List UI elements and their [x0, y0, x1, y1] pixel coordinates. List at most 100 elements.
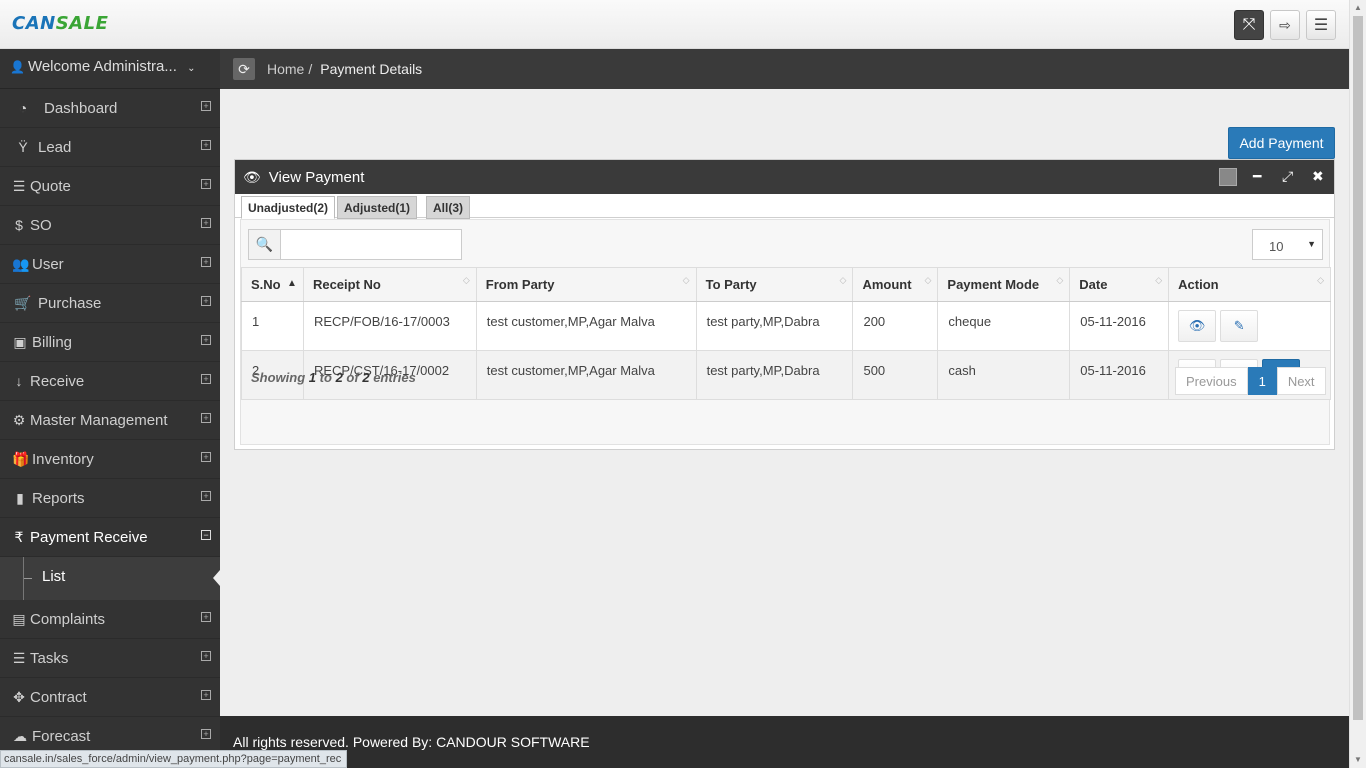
sidebar-item-complaints[interactable]: ▤ Complaints + [0, 600, 220, 639]
fullscreen-button[interactable]: ⤧ [1234, 10, 1264, 40]
menu-button[interactable]: ☰ [1306, 10, 1336, 40]
lead-icon: Ÿ [18, 139, 28, 155]
users-icon: 👥 [12, 255, 30, 272]
sort-icon: ◇ [462, 275, 470, 285]
scroll-up-icon[interactable]: ▲ [1354, 3, 1362, 12]
expand-icon: + [201, 296, 211, 306]
collapse-icon: − [201, 530, 211, 540]
dollar-icon: $ [15, 217, 23, 233]
column-header-sno[interactable]: S.No ▲ [241, 267, 304, 302]
welcome-label: Welcome Administra... [27, 58, 177, 75]
footer: All rights reserved. Powered By: CANDOUR… [220, 716, 1349, 768]
pagination-next[interactable]: Next [1276, 367, 1326, 395]
cell-date: 05-11-2016 [1069, 301, 1170, 351]
sidebar-item-contract[interactable]: ✥ Contract + [0, 678, 220, 717]
pagination: Previous 1 Next [1175, 367, 1326, 395]
expand-icon: + [201, 179, 211, 189]
column-header-to-party[interactable]: To Party ◇ [695, 267, 854, 302]
tasks-icon: ☰ [12, 649, 26, 666]
column-header-from-party[interactable]: From Party ◇ [475, 267, 697, 302]
expand-icon: + [201, 452, 211, 462]
book-icon: ▮ [16, 489, 24, 506]
cell-mode: cash [937, 350, 1071, 400]
expand-icon: + [201, 690, 211, 700]
sidebar-item-quote[interactable]: ☰ Quote + [0, 167, 220, 206]
pagination-previous[interactable]: Previous [1175, 367, 1248, 395]
expand-icon: + [201, 101, 211, 111]
maximize-icon[interactable]: ⤢ [1282, 168, 1293, 185]
column-header-payment-mode[interactable]: Payment Mode ◇ [937, 267, 1071, 302]
breadcrumb-current: Payment Details [320, 61, 423, 77]
cell-receipt: RECP/FOB/16-17/0003 [302, 301, 477, 351]
search-icon: 🔍 [248, 229, 281, 260]
cell-action: 👁 ✎ [1168, 301, 1331, 351]
cell-mode: cheque [937, 301, 1071, 351]
view-payment-panel: 👁 View Payment ━ ⤢ ✖ Unadjusted(2) Adjus… [234, 159, 1335, 450]
sidebar-item-master-management[interactable]: ⚙ Master Management + [0, 401, 220, 440]
tab-all[interactable]: All(3) [426, 196, 470, 219]
sidebar-item-billing[interactable]: ▣ Billing + [0, 323, 220, 362]
table-row: 1 RECP/FOB/16-17/0003 test customer,MP,A… [241, 301, 1331, 351]
breadcrumb-separator: / [308, 61, 313, 77]
sidebar-item-purchase[interactable]: 🛒 Purchase + [0, 284, 220, 323]
column-header-date[interactable]: Date ◇ [1069, 267, 1170, 302]
scroll-down-icon[interactable]: ▼ [1354, 755, 1362, 764]
scrollbar-thumb[interactable] [1353, 16, 1363, 720]
expand-icon: + [201, 140, 211, 150]
expand-icon: + [201, 335, 211, 345]
cell-from: test customer,MP,Agar Malva [475, 350, 697, 400]
chevron-down-icon: ⌄ [187, 63, 196, 74]
page-length-select[interactable]: 10 ▼ [1252, 229, 1323, 260]
refresh-button[interactable]: ⟳ [233, 58, 255, 80]
eye-icon: 👁 [243, 168, 261, 185]
cell-to: test party,MP,Dabra [695, 301, 854, 351]
welcome-dropdown[interactable]: 👤 Welcome Administra... ⌄ [0, 49, 220, 89]
sidebar-item-lead[interactable]: Ÿ Lead + [0, 128, 220, 167]
sidebar-item-receive[interactable]: ↓ Receive + [0, 362, 220, 401]
cell-amount: 200 [852, 301, 939, 351]
sidebar-item-inventory[interactable]: 🎁 Inventory + [0, 440, 220, 479]
sidebar-subitem-list[interactable]: List [0, 557, 220, 600]
cell-to: test party,MP,Dabra [695, 350, 854, 400]
sidebar-item-dashboard[interactable]: ◔ Dashboard + [0, 89, 220, 128]
refresh-icon: ⟳ [238, 60, 250, 77]
sidebar-item-user[interactable]: 👥 User + [0, 245, 220, 284]
search-input[interactable] [280, 229, 462, 260]
edit-button[interactable]: ✎ [1220, 310, 1259, 342]
close-icon[interactable]: ✖ [1312, 168, 1324, 185]
expand-icon: + [201, 612, 211, 622]
sidebar-item-payment-receive[interactable]: ₹ Payment Receive − [0, 518, 220, 557]
column-header-action[interactable]: Action ◇ [1168, 267, 1331, 302]
logo[interactable]: CANSALE [12, 13, 108, 34]
breadcrumb: ⟳ Home / Payment Details [220, 49, 1349, 89]
pagination-page-1[interactable]: 1 [1247, 367, 1277, 395]
column-header-receipt-no[interactable]: Receipt No ◇ [302, 267, 477, 302]
cell-sno: 1 [241, 301, 304, 351]
sidebar: 👤 Welcome Administra... ⌄ ◔ Dashboard + Ÿ Le… [0, 49, 220, 768]
page-scrollbar[interactable]: ▲ ▼ [1349, 0, 1366, 768]
dashboard-icon: ◔ [18, 100, 28, 116]
sort-icon: ◇ [1155, 275, 1163, 285]
sidebar-item-reports[interactable]: ▮ Reports + [0, 479, 220, 518]
expand-icon: + [201, 218, 211, 228]
contract-icon: ✥ [13, 688, 25, 705]
color-box-icon[interactable] [1219, 168, 1237, 186]
minimize-icon[interactable]: ━ [1253, 168, 1261, 185]
tab-adjusted[interactable]: Adjusted(1) [337, 196, 417, 219]
column-header-amount[interactable]: Amount ◇ [852, 267, 939, 302]
breadcrumb-home[interactable]: Home [267, 61, 304, 77]
gift-icon: 🎁 [12, 450, 30, 467]
expand-icon: + [201, 257, 211, 267]
view-button[interactable]: 👁 [1178, 310, 1217, 342]
logout-button[interactable]: ⇨ [1270, 10, 1300, 40]
sidebar-item-tasks[interactable]: ☰ Tasks + [0, 639, 220, 678]
sidebar-item-so[interactable]: $ SO + [0, 206, 220, 245]
expand-icon: + [201, 729, 211, 739]
menu-icon: ☰ [1313, 17, 1329, 34]
sort-icon: ◇ [924, 275, 932, 285]
list-icon: ▤ [12, 610, 26, 627]
tab-unadjusted[interactable]: Unadjusted(2) [241, 196, 336, 219]
user-icon: 👤 [10, 60, 25, 74]
add-payment-button[interactable]: Add Payment [1228, 127, 1335, 159]
logout-icon: ⇨ [1279, 16, 1291, 33]
